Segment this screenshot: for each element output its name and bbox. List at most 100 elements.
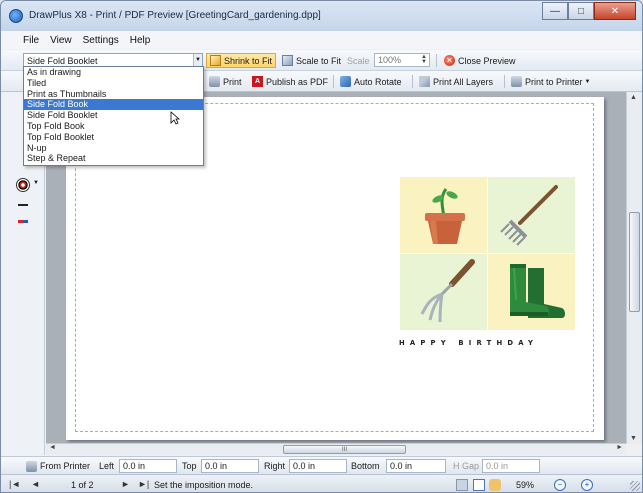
right-margin-label: Right (264, 461, 286, 471)
imposition-option[interactable]: Step & Repeat (24, 153, 203, 164)
hgap-label: H Gap (453, 461, 480, 471)
imposition-option[interactable]: Print as Thumbnails (24, 89, 203, 100)
zoom-tool-icon[interactable] (473, 479, 485, 491)
from-printer-button[interactable]: From Printer (40, 461, 90, 471)
shrink-to-fit-icon (210, 55, 221, 66)
scale-to-fit-button[interactable]: Scale to Fit (279, 53, 344, 68)
garden-rake-icon (500, 185, 558, 246)
close-window-button[interactable]: ✕ (594, 2, 636, 20)
previous-page-icon[interactable]: ◄ (31, 479, 40, 489)
zoom-in-icon[interactable]: + (581, 479, 593, 491)
printer-icon (26, 461, 37, 472)
print-to-printer-label: Print to Printer (525, 76, 583, 87)
greeting-card-artwork (400, 177, 575, 332)
scale-label-text: Scale (347, 55, 370, 66)
scale-label: Scale (344, 53, 373, 68)
bottom-margin-value: 0.0 in (390, 461, 413, 471)
app-window: DrawPlus X8 - Print / PDF Preview [Greet… (0, 0, 643, 493)
scroll-left-arrow-icon[interactable]: ◄ (49, 444, 56, 451)
toolbar-divider (412, 75, 413, 88)
top-margin-label: Top (182, 461, 197, 471)
wellington-boots-icon (510, 264, 565, 318)
top-margin-field[interactable]: 0.0 in (201, 459, 259, 473)
minimize-button[interactable]: — (542, 2, 568, 20)
resize-grip-icon[interactable] (630, 481, 640, 491)
publish-pdf-label: Publish as PDF (266, 76, 329, 87)
close-preview-icon: ✕ (444, 55, 455, 66)
flowerpot-tile (400, 177, 487, 253)
print-all-layers-label: Print All Layers (433, 76, 494, 87)
scroll-up-arrow-icon[interactable]: ▲ (630, 94, 637, 101)
bottom-margin-label: Bottom (351, 461, 380, 471)
horizontal-scroll-thumb[interactable]: III (283, 445, 406, 454)
mouse-cursor-icon (170, 111, 180, 125)
scale-percent-value: 100% (378, 55, 402, 65)
shrink-to-fit-label: Shrink to Fit (224, 55, 273, 66)
color-bar-tool[interactable] (18, 220, 28, 223)
auto-rotate-button[interactable]: Auto Rotate (337, 74, 405, 89)
print-all-layers-button[interactable]: Print All Layers (416, 74, 496, 89)
toolbar-divider (504, 75, 505, 88)
scale-percent-field[interactable]: 100% ▲ ▼ (374, 53, 430, 67)
close-preview-label: Close Preview (458, 55, 516, 66)
vertical-scroll-thumb[interactable] (629, 212, 640, 312)
toolbar-divider (333, 75, 334, 88)
toolbar-divider (436, 54, 437, 67)
hand-fork-tile (400, 254, 487, 330)
status-hint: Set the imposition mode. (154, 480, 254, 490)
print-to-printer-button[interactable]: Print to Printer ▼ (508, 74, 593, 89)
imposition-option[interactable]: Tiled (24, 78, 203, 89)
menu-file[interactable]: File (23, 35, 39, 46)
menu-bar: File View Settings Help (1, 31, 642, 49)
left-margin-field[interactable]: 0.0 in (119, 459, 177, 473)
auto-rotate-label: Auto Rotate (354, 76, 402, 87)
menu-view[interactable]: View (50, 35, 72, 46)
zoom-level: 59% (516, 480, 535, 490)
close-preview-button[interactable]: ✕ Close Preview (441, 53, 519, 68)
chevron-down-icon[interactable]: ▼ (585, 79, 591, 85)
publish-pdf-button[interactable]: A Publish as PDF (249, 74, 331, 89)
right-margin-field[interactable]: 0.0 in (289, 459, 347, 473)
horizontal-scrollbar[interactable]: ◄ III ► (46, 443, 626, 455)
chevron-down-icon[interactable]: ▼ (33, 180, 39, 186)
title-bar: DrawPlus X8 - Print / PDF Preview [Greet… (1, 1, 642, 31)
top-margin-value: 0.0 in (205, 461, 228, 471)
hand-tool-icon[interactable] (489, 479, 501, 491)
bottom-margin-field[interactable]: 0.0 in (386, 459, 446, 473)
vertical-scrollbar[interactable]: ▲ ▼ (626, 92, 642, 444)
page-indicator: 1 of 2 (71, 480, 94, 490)
scale-to-fit-icon (282, 55, 293, 66)
page-view-icon[interactable] (456, 479, 468, 491)
imposition-option[interactable]: As in drawing (24, 67, 203, 78)
imposition-option[interactable]: Top Fold Booklet (24, 132, 203, 143)
hgap-value: 0.0 in (486, 461, 509, 471)
menu-help[interactable]: Help (130, 35, 151, 46)
scroll-right-arrow-icon[interactable]: ► (616, 444, 623, 451)
first-page-icon[interactable]: |◄ (9, 479, 20, 489)
imposition-option[interactable]: N-up (24, 143, 203, 154)
status-bar: |◄ ◄ 1 of 2 ► ►| Set the imposition mode… (1, 474, 642, 492)
greeting-text: HAPPY BIRTHDAY (399, 339, 539, 347)
flowerpot-icon (425, 188, 465, 244)
hgap-field: 0.0 in (482, 459, 540, 473)
print-button[interactable]: Print (206, 74, 245, 89)
line-icon (18, 204, 28, 206)
imposition-option-selected[interactable]: Side Fold Book (24, 99, 203, 111)
last-page-icon[interactable]: ►| (138, 479, 149, 489)
crop-line-tool[interactable] (18, 204, 28, 206)
pdf-icon: A (252, 76, 263, 87)
maximize-button[interactable]: □ (568, 2, 594, 20)
color-bar-icon (18, 220, 28, 223)
registration-mark-icon (16, 178, 30, 192)
auto-rotate-icon (340, 76, 351, 87)
app-logo-icon (9, 9, 23, 23)
shrink-to-fit-button[interactable]: Shrink to Fit (206, 53, 277, 68)
spinner-arrows-icon[interactable]: ▲ ▼ (421, 54, 427, 65)
menu-settings[interactable]: Settings (83, 35, 119, 46)
zoom-out-icon[interactable]: − (554, 479, 566, 491)
next-page-icon[interactable]: ► (121, 479, 130, 489)
scroll-down-arrow-icon[interactable]: ▼ (630, 435, 637, 442)
crop-marks-tool[interactable] (16, 178, 30, 192)
left-margin-label: Left (99, 461, 115, 471)
window-controls: — □ ✕ (542, 2, 636, 20)
